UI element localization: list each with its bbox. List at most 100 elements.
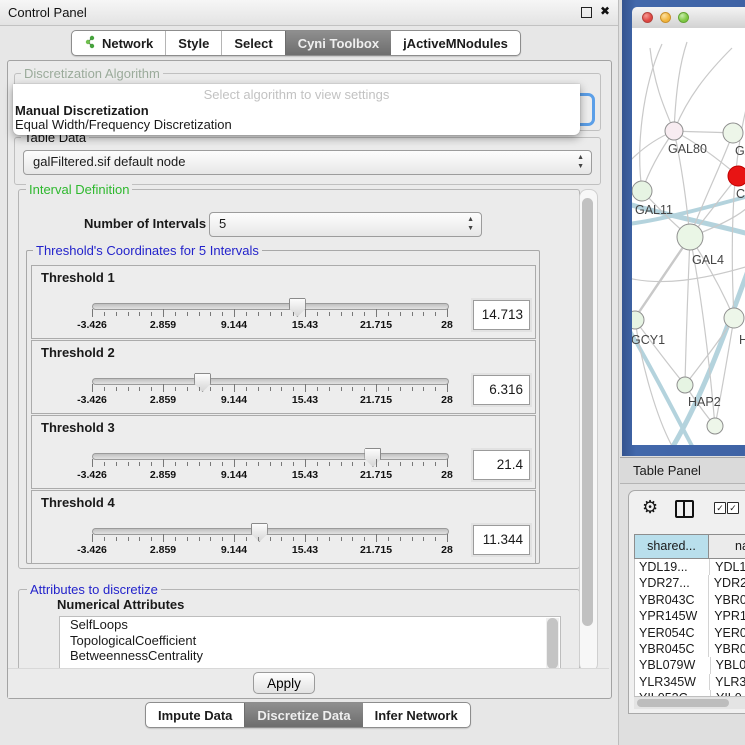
node-label: GA [735, 144, 745, 158]
combobox-spinner-icon: ▲▼ [577, 153, 584, 171]
network-node[interactable] [707, 418, 723, 434]
network-canvas[interactable]: GAL80GACGAL11GAL4GCY1HHAP2 [632, 28, 745, 445]
interval-definition-label: Interval Definition [26, 182, 132, 197]
network-node[interactable] [632, 311, 644, 329]
number-of-intervals-combobox[interactable]: 5 ▲▼ [209, 212, 482, 237]
table-row[interactable]: YDR27...YDR2 [635, 575, 745, 591]
network-node[interactable] [677, 377, 693, 393]
float-window-icon[interactable] [581, 7, 592, 18]
tab-network[interactable]: Network [72, 31, 165, 55]
table-horizontal-scrollbar[interactable] [634, 696, 745, 709]
tab-impute-data[interactable]: Impute Data [146, 703, 244, 727]
tab-style[interactable]: Style [165, 31, 221, 55]
tab-discretize-data[interactable]: Discretize Data [244, 703, 362, 727]
table-panel-title: Table Panel [620, 457, 745, 484]
network-node[interactable] [632, 181, 652, 201]
slider-scale: -3.4262.859 9.14415.43 21.71528 [92, 469, 447, 481]
table-row[interactable]: YBR045CYBR0 [635, 641, 745, 657]
threshold-1-value-field[interactable]: 14.713 [473, 300, 530, 330]
checkbox-icon[interactable]: ✓ [714, 502, 726, 514]
zoom-traffic-light[interactable] [678, 12, 689, 23]
table-row[interactable]: YER054CYER0 [635, 625, 745, 641]
table-row[interactable]: YDL19...YDL1 [635, 559, 745, 575]
node-label: C [736, 187, 745, 201]
slider-scale: -3.4262.859 9.14415.43 21.71528 [92, 544, 447, 556]
discretization-algorithm-label: Discretization Algorithm [21, 66, 163, 81]
table-panel: ⚙ ✓ ✓ shared... na YDL19...YDL1 YDR27...… [628, 490, 745, 714]
slider-ticks [92, 309, 447, 319]
gear-icon[interactable]: ⚙ [642, 497, 658, 518]
network-node[interactable] [728, 166, 745, 186]
threshold-3-value-field[interactable]: 21.4 [473, 450, 530, 480]
slider-scale: -3.4262.859 9.14415.43 21.71528 [92, 394, 447, 406]
slider-ticks [92, 459, 447, 469]
network-node[interactable] [723, 123, 743, 143]
threshold-coordinates-label: Threshold's Coordinates for 5 Intervals [33, 243, 262, 258]
tab-label: Network [102, 36, 153, 51]
column-header-name[interactable]: na [708, 534, 745, 559]
list-item[interactable]: SelfLoops [60, 617, 560, 633]
control-panel-titlebar: Control Panel ✖ [0, 0, 618, 26]
app-root: Control Panel ✖ Network Style Select [0, 0, 745, 745]
cyni-mode-tab-bar: Impute Data Discretize Data Infer Networ… [145, 702, 471, 728]
network-node[interactable] [665, 122, 683, 140]
number-of-intervals-label: Number of Intervals [84, 216, 206, 231]
node-label: GAL4 [692, 253, 724, 267]
list-item[interactable]: TopologicalCoefficient [60, 633, 560, 649]
threshold-4-block: Threshold 4 -3.4262.859 9.14415.43 21.71… [31, 490, 536, 564]
panel-scrollbar[interactable] [579, 189, 598, 672]
interval-definition-group: Interval Definition Number of Intervals … [18, 189, 580, 569]
panel-title: Control Panel [8, 5, 87, 20]
numerical-attributes-label: Numerical Attributes [57, 597, 184, 612]
close-traffic-light[interactable] [642, 12, 653, 23]
dropdown-option-manual-discretization[interactable]: Manual Discretization [15, 103, 149, 118]
network-window-titlebar [632, 7, 745, 29]
slider-scale: -3.4262.859 9.14415.43 21.71528 [92, 319, 447, 331]
table-row[interactable]: YBL079WYBL0 [635, 657, 745, 673]
combobox-spinner-icon: ▲▼ [467, 215, 474, 233]
columns-icon[interactable] [675, 500, 694, 518]
network-node[interactable] [677, 224, 703, 250]
tab-infer-network[interactable]: Infer Network [363, 703, 470, 727]
threshold-1-block: Threshold 1 -3.4262.859 9.14415.43 21.71… [31, 265, 536, 339]
minimize-traffic-light[interactable] [660, 12, 671, 23]
attributes-group-label: Attributes to discretize [27, 582, 161, 597]
node-label: HAP2 [688, 395, 721, 409]
table-header-row: shared... na [634, 534, 745, 559]
table-row[interactable]: YLR345WYLR3 [635, 674, 745, 690]
table-data-combobox[interactable]: galFiltered.sif default node ▲▼ [23, 150, 592, 175]
column-header-shared-name[interactable]: shared... [634, 534, 709, 559]
scrollbar-thumb[interactable] [637, 699, 729, 707]
node-label: H [739, 333, 745, 347]
tab-select[interactable]: Select [221, 31, 284, 55]
table-body: YDL19...YDL1 YDR27...YDR2 YBR043CYBR0 YP… [634, 559, 745, 696]
threshold-coordinates-group: Threshold's Coordinates for 5 Intervals … [26, 250, 540, 564]
checkbox-icon[interactable]: ✓ [727, 502, 739, 514]
dropdown-option-equal-width-frequency[interactable]: Equal Width/Frequency Discretization [15, 117, 232, 132]
close-icon[interactable]: ✖ [600, 4, 610, 18]
slider-ticks [92, 384, 447, 394]
cyni-toolbox-panel: Discretization Algorithm Select algorith… [7, 60, 612, 699]
node-label: GAL80 [668, 142, 707, 156]
dropdown-placeholder: Select algorithm to view settings [13, 87, 580, 102]
attributes-to-discretize-group: Attributes to discretize Numerical Attri… [18, 589, 580, 671]
network-node[interactable] [724, 308, 744, 328]
threshold-3-block: Threshold 3 -3.4262.859 9.14415.43 21.71… [31, 415, 536, 489]
list-scrollbar[interactable] [546, 618, 559, 669]
threshold-2-value-field[interactable]: 6.316 [473, 375, 530, 405]
tab-jactivemnodules[interactable]: jActiveMNodules [391, 31, 520, 55]
list-item[interactable]: BetweennessCentrality [60, 648, 560, 664]
node-label: GAL11 [635, 203, 673, 217]
tab-cyni-toolbox[interactable]: Cyni Toolbox [285, 31, 391, 55]
cyni-tab-bar: Network Style Select Cyni Toolbox jActiv… [71, 30, 521, 56]
table-row[interactable]: YBR043CYBR0 [635, 592, 745, 608]
scrollbar-thumb[interactable] [582, 198, 593, 626]
apply-button[interactable]: Apply [253, 672, 315, 694]
apply-strip: Apply [8, 668, 609, 698]
slider-ticks [92, 534, 447, 544]
threshold-2-block: Threshold 2 -3.4262.859 9.14415.43 21.71… [31, 340, 536, 414]
threshold-4-value-field[interactable]: 11.344 [473, 525, 530, 555]
network-window: GAL80GACGAL11GAL4GCY1HHAP2 [622, 0, 745, 456]
numerical-attributes-list[interactable]: SelfLoops TopologicalCoefficient Between… [59, 616, 561, 671]
table-row[interactable]: YPR145WYPR1 [635, 608, 745, 624]
